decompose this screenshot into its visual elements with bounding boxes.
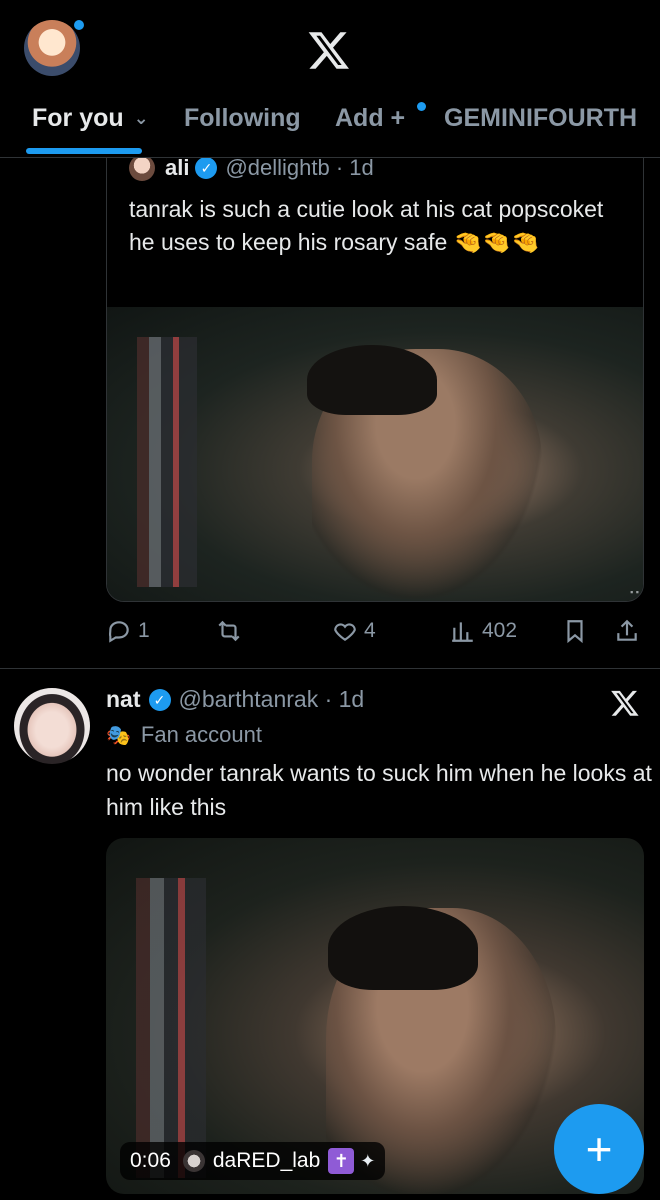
quoted-tweet[interactable]: ali ✓ @dellightb · 1d tanrak is such a c… <box>106 140 644 602</box>
tab-geminifourth[interactable]: GEMINIFOURTH <box>444 104 637 133</box>
video-background-shelf <box>136 878 206 1178</box>
tab-add[interactable]: Add + <box>335 104 405 133</box>
tab-following[interactable]: Following <box>184 104 301 133</box>
views-button[interactable]: 402 <box>450 618 517 644</box>
reply-button[interactable]: 1 <box>106 618 150 644</box>
tab-label: Following <box>184 104 301 132</box>
heart-icon <box>334 623 356 641</box>
verified-icon: ✓ <box>148 688 171 711</box>
quoted-tweet-header: ali ✓ @dellightb · 1d <box>129 155 374 181</box>
image-background-shelf <box>137 337 197 587</box>
author-display-name[interactable]: nat <box>106 686 141 713</box>
like-button[interactable]: 4 <box>332 618 376 644</box>
share-button[interactable] <box>614 618 646 644</box>
quoted-tweet-text: tanrak is such a cutie look at his cat p… <box>129 196 604 255</box>
retweet-icon <box>218 620 240 642</box>
video-source-user[interactable]: daRED_lab <box>213 1149 320 1173</box>
header-divider <box>0 157 660 158</box>
reply-icon <box>108 621 129 643</box>
video-timestamp: 0:06 <box>130 1149 171 1172</box>
video-source-avatar <box>182 1150 205 1172</box>
wing-badge-icon: ✦ <box>360 1150 376 1171</box>
timeline-tabs: For you ⌄ Following Add + GEMINIFOURTH <box>0 96 660 156</box>
bookmark-button[interactable] <box>562 618 594 644</box>
author-handle-time: @barthtanrak · 1d <box>178 686 365 712</box>
theater-mask-icon: 🎭 <box>106 724 131 747</box>
video-info-bar: 0:06 daRED_lab ✝ ✦ <box>120 1142 386 1180</box>
share-icon <box>617 619 637 641</box>
retweet-button[interactable] <box>216 618 248 644</box>
verified-icon: ✓ <box>195 157 218 179</box>
author-avatar[interactable] <box>14 688 90 764</box>
fan-account-text: Fan account <box>140 722 262 747</box>
cross-badge-icon: ✝ <box>328 1148 355 1174</box>
chevron-down-icon: ⌄ <box>133 108 149 128</box>
quoted-avatar[interactable] <box>129 155 155 181</box>
quoted-display-name[interactable]: ali <box>165 155 189 181</box>
quoted-handle-time: @dellightb · 1d <box>225 155 374 180</box>
like-count: 4 <box>364 619 376 642</box>
image-watermark: ▪ ▪ <box>630 587 639 597</box>
tab-label: GEMINIFOURTH <box>444 104 638 132</box>
compose-button[interactable]: + <box>554 1104 644 1194</box>
profile-avatar[interactable] <box>24 20 84 76</box>
tweet-divider <box>0 668 660 669</box>
tab-label: Add + <box>335 104 406 132</box>
view-count: 402 <box>482 619 518 642</box>
plus-icon: + <box>585 1123 613 1175</box>
fan-account-label: 🎭 Fan account <box>106 722 262 748</box>
notification-dot <box>74 20 84 30</box>
tab-label: For you <box>32 104 124 132</box>
tweet2-text: no wonder tanrak wants to suck him when … <box>106 760 652 820</box>
new-tab-dot <box>417 102 426 111</box>
tweet1-action-bar: 1 4 402 <box>0 612 660 652</box>
image-person-hair <box>307 345 437 415</box>
active-tab-indicator <box>26 148 142 154</box>
reply-count: 1 <box>138 619 150 642</box>
tab-for-you[interactable]: For you ⌄ <box>32 104 149 133</box>
quoted-tweet-image[interactable]: ▪ ▪ <box>107 307 643 601</box>
x-logo-icon[interactable] <box>307 28 351 72</box>
views-chart-icon <box>452 622 473 642</box>
video-person-hair <box>328 906 478 990</box>
x-badge-icon[interactable] <box>610 688 640 718</box>
top-header: For you ⌄ Following Add + GEMINIFOURTH <box>0 0 660 158</box>
tweet2-header: nat ✓ @barthtanrak · 1d <box>106 686 364 713</box>
bookmark-icon <box>567 620 583 644</box>
